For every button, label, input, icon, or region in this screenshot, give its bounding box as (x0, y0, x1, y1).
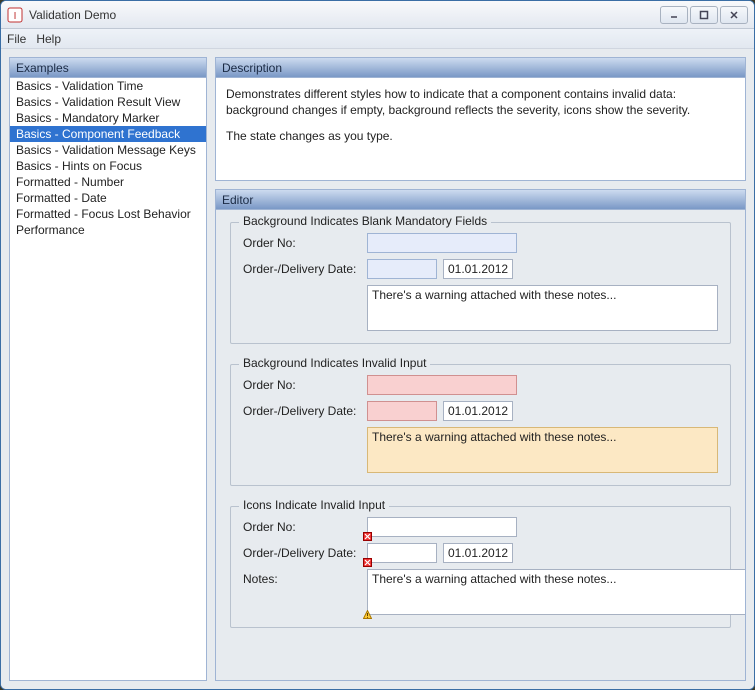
app-icon: I (7, 7, 23, 23)
right-column: Description Demonstrates different style… (215, 57, 746, 681)
order-date-input[interactable] (367, 543, 437, 563)
group-icons: Icons Indicate Invalid Input Order No: (230, 506, 731, 628)
svg-text:I: I (14, 11, 17, 22)
delivery-date-input[interactable] (443, 259, 513, 279)
editor-panel: Editor Background Indicates Blank Mandat… (215, 189, 746, 681)
editor-body: Background Indicates Blank Mandatory Fie… (216, 210, 745, 680)
order-no-input[interactable] (367, 375, 517, 395)
warning-icon (363, 610, 372, 619)
examples-item[interactable]: Formatted - Number (10, 174, 206, 190)
description-panel: Description Demonstrates different style… (215, 57, 746, 181)
examples-item[interactable]: Formatted - Focus Lost Behavior (10, 206, 206, 222)
description-line1: Demonstrates different styles how to ind… (226, 86, 735, 118)
window-title: Validation Demo (29, 8, 660, 22)
examples-item[interactable]: Basics - Validation Result View (10, 94, 206, 110)
examples-header: Examples (10, 58, 206, 78)
examples-item[interactable]: Basics - Validation Time (10, 78, 206, 94)
client-area: Examples Basics - Validation TimeBasics … (1, 49, 754, 689)
group-legend: Background Indicates Invalid Input (239, 356, 430, 370)
field-label (243, 427, 361, 430)
examples-list[interactable]: Basics - Validation TimeBasics - Validat… (10, 78, 206, 680)
description-body: Demonstrates different styles how to ind… (216, 78, 745, 180)
examples-item[interactable]: Basics - Component Feedback (10, 126, 206, 142)
field-label: Order No: (243, 517, 361, 534)
group-legend: Background Indicates Blank Mandatory Fie… (239, 214, 491, 228)
menubar: File Help (1, 29, 754, 49)
examples-item[interactable]: Basics - Validation Message Keys (10, 142, 206, 158)
error-icon (363, 532, 372, 541)
order-no-input[interactable] (367, 233, 517, 253)
examples-panel: Examples Basics - Validation TimeBasics … (9, 57, 207, 681)
app-window: I Validation Demo File Help Examples Bas… (0, 0, 755, 690)
field-label: Order-/Delivery Date: (243, 543, 361, 560)
menu-file[interactable]: File (7, 32, 26, 46)
window-controls (660, 6, 748, 24)
field-label: Notes: (243, 569, 361, 586)
titlebar[interactable]: I Validation Demo (1, 1, 754, 29)
group-legend: Icons Indicate Invalid Input (239, 498, 389, 512)
field-label (243, 285, 361, 288)
description-header: Description (216, 58, 745, 78)
group-blank-mandatory: Background Indicates Blank Mandatory Fie… (230, 222, 731, 344)
order-date-input[interactable] (367, 259, 437, 279)
order-no-input[interactable] (367, 517, 517, 537)
order-date-input[interactable] (367, 401, 437, 421)
examples-item[interactable]: Formatted - Date (10, 190, 206, 206)
menu-help[interactable]: Help (36, 32, 61, 46)
delivery-date-input[interactable] (443, 401, 513, 421)
maximize-button[interactable] (690, 6, 718, 24)
field-label: Order-/Delivery Date: (243, 401, 361, 418)
field-label: Order No: (243, 233, 361, 250)
close-button[interactable] (720, 6, 748, 24)
editor-header: Editor (216, 190, 745, 210)
examples-item[interactable]: Basics - Hints on Focus (10, 158, 206, 174)
description-line2: The state changes as you type. (226, 128, 735, 144)
minimize-button[interactable] (660, 6, 688, 24)
delivery-date-input[interactable] (443, 543, 513, 563)
field-label: Order-/Delivery Date: (243, 259, 361, 276)
examples-item[interactable]: Basics - Mandatory Marker (10, 110, 206, 126)
group-invalid-bg: Background Indicates Invalid Input Order… (230, 364, 731, 486)
error-icon (363, 558, 372, 567)
notes-textarea[interactable] (367, 285, 718, 331)
notes-textarea[interactable] (367, 427, 718, 473)
examples-item[interactable]: Performance (10, 222, 206, 238)
field-label: Order No: (243, 375, 361, 392)
notes-textarea[interactable] (367, 569, 745, 615)
